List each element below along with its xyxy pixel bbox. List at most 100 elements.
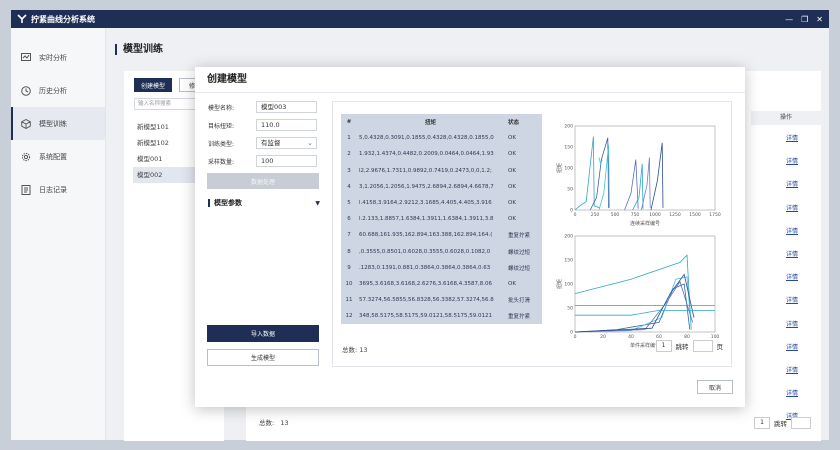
- x-tick-label: 1500: [689, 212, 701, 218]
- torque-cell: l.4158,3.9164,2.9212,3.1685,4.405,4.405,…: [359, 200, 492, 207]
- table-row[interactable]: 1 5,0.4328,0.3091,0.1855,0.4328,0.4328,0.…: [341, 130, 542, 146]
- restore-button[interactable]: ❐: [801, 15, 808, 24]
- status-cell: OK: [508, 216, 516, 223]
- import-data-button[interactable]: 导入数据: [207, 325, 319, 342]
- row-index-cell: 1: [347, 135, 351, 142]
- sidebar-item-label: 系统配置: [39, 152, 67, 161]
- app-logo-icon: [17, 14, 27, 23]
- table-row[interactable]: 11 57.3274,56.5855,56.8328,56.3382,57.327…: [341, 292, 542, 308]
- x-tick-label: 0: [574, 334, 577, 340]
- caret-down-icon: ▼: [315, 199, 320, 207]
- page-number-button[interactable]: 1: [655, 340, 672, 352]
- model-name-field[interactable]: 模型003: [256, 101, 317, 113]
- status-cell: OK: [508, 280, 516, 287]
- detail-link[interactable]: 详情: [786, 156, 798, 165]
- detail-link[interactable]: 详情: [786, 319, 798, 328]
- data-process-button[interactable]: 数据处理: [207, 173, 319, 189]
- detail-link[interactable]: 详情: [786, 133, 798, 142]
- sample-count-label: 采样数量:: [208, 158, 235, 166]
- close-button[interactable]: ✕: [816, 15, 823, 24]
- x-axis-label: 连续采样编号: [630, 220, 660, 227]
- table-row[interactable]: 7 60.688,161.935,162.894,163.388,162.894,…: [341, 227, 542, 243]
- sidebar-item-label: 实时分析: [39, 53, 67, 62]
- model-params-title: 模型参数: [214, 199, 242, 207]
- table-row[interactable]: 3 l2,2.9676,1.7311,0.9892,0.7419,0.2473,0…: [341, 163, 542, 179]
- row-index-cell: 2: [347, 151, 351, 158]
- detail-link[interactable]: 详情: [786, 295, 798, 304]
- dialog-title: 创建模型: [195, 67, 745, 93]
- detail-link[interactable]: 详情: [786, 203, 798, 212]
- sidebar-item-training[interactable]: 模型训练: [11, 107, 105, 140]
- train-type-select[interactable]: 有监督 ⌄: [256, 137, 317, 149]
- target-torque-field[interactable]: 110.0: [256, 119, 317, 131]
- total-label: 总数:: [342, 346, 358, 354]
- row-index-cell: 11: [345, 297, 353, 304]
- table-row[interactable]: 9 .1283,0.1391,0.881,0.3864,0.3864,0.3864…: [341, 260, 542, 276]
- column-header: 扭矩: [424, 120, 436, 127]
- table-row[interactable]: 5 l.4158,3.9164,2.9212,3.1685,4.405,4.405…: [341, 195, 542, 211]
- x-tick-label: 1000: [649, 212, 661, 218]
- cube-icon: [21, 118, 31, 129]
- torque-cell: ,0.3555,0.8501,0.6028,0.3555,0.6028,0.10…: [359, 248, 491, 255]
- minimize-button[interactable]: —: [785, 15, 793, 24]
- table-row[interactable]: 2 1.932,1.4374,0.4482,0.2009,0.0464,0.046…: [341, 146, 542, 162]
- total-count: 总数: 13: [259, 417, 289, 427]
- sidebar-item-config[interactable]: 系统配置: [11, 140, 105, 173]
- sample-count-row: 采样数量: 100: [208, 155, 317, 167]
- torque-cell: 3,1.2056,1.2056,1.9475,2.6894,2.6894,4.6…: [359, 183, 494, 190]
- table-row[interactable]: 4 3,1.2056,1.2056,1.9475,2.6894,2.6894,4.…: [341, 179, 542, 195]
- torque-cell: 60.688,161.935,162.894,163.388,162.894,1…: [359, 232, 493, 239]
- sidebar-item-label: 历史分析: [39, 86, 67, 95]
- single-torque-chart: 0501001502000 20 40 60 80 100单件采样编号扭矩: [556, 234, 719, 350]
- row-index-cell: 6: [347, 216, 351, 223]
- x-tick-label: 500: [611, 212, 620, 218]
- row-index-cell: 7: [347, 232, 351, 239]
- operation-column-header: 操作: [751, 111, 821, 125]
- model-name-row: 模型名称: 模型003: [208, 101, 317, 113]
- torque-cell: 348,58.5175,58.5175,59.0121,58.5175,59.0…: [359, 313, 492, 320]
- data-table: # 扭矩 状态 1 5,0.4328,0.3091,0.1855,0.4328,0…: [341, 114, 542, 324]
- title-bar: 拧紧曲线分析系统 — ❐ ✕: [11, 10, 829, 28]
- status-cell: 批头打滑: [508, 298, 531, 305]
- status-cell: OK: [508, 183, 516, 190]
- y-tick-label: 100: [564, 166, 573, 172]
- detail-link[interactable]: 详情: [786, 249, 798, 258]
- y-tick-label: 100: [564, 282, 573, 288]
- table-row[interactable]: 12 348,58.5175,58.5175,59.0121,58.5175,59…: [341, 308, 542, 324]
- sidebar-item-history[interactable]: 历史分析: [11, 74, 105, 107]
- sample-count-field[interactable]: 100: [256, 155, 317, 167]
- generate-model-button[interactable]: 生成模型: [207, 349, 319, 366]
- detail-link[interactable]: 详情: [786, 388, 798, 397]
- status-cell: 螺纹过短: [508, 249, 531, 256]
- x-tick-label: 750: [631, 212, 640, 218]
- y-axis-label: 扭矩: [556, 279, 563, 289]
- model-params-header[interactable]: 模型参数 ▼: [208, 198, 320, 208]
- jump-label: 跳转: [774, 420, 787, 428]
- detail-link[interactable]: 详情: [786, 226, 798, 235]
- sidebar-item-log[interactable]: 日志记录: [11, 173, 105, 206]
- total-value: 13: [280, 419, 289, 427]
- detail-link[interactable]: 详情: [786, 342, 798, 351]
- page-jump-input[interactable]: [791, 417, 811, 429]
- target-torque-row: 目标扭矩: 110.0: [208, 119, 317, 131]
- y-tick-label: 200: [564, 234, 573, 240]
- page-title: 模型训练: [115, 44, 163, 55]
- table-row[interactable]: 10 3695,3.6168,3.6168,2.6276,3.6168,4.358…: [341, 276, 542, 292]
- detail-link[interactable]: 详情: [786, 179, 798, 188]
- page-jump-input[interactable]: [692, 340, 713, 352]
- create-model-tab-button[interactable]: 创建模型: [134, 78, 172, 92]
- table-header-row: # 扭矩 状态: [341, 114, 542, 130]
- column-header: #: [346, 119, 352, 126]
- status-cell: OK: [508, 167, 516, 174]
- detail-link[interactable]: 详情: [786, 272, 798, 281]
- table-row[interactable]: 6 l.2.133,1.8857,1.6384,1.3911,1.6384,1.3…: [341, 211, 542, 227]
- sidebar-item-realtime[interactable]: 实时分析: [11, 41, 105, 74]
- section-marker: [208, 199, 210, 207]
- page-number-button[interactable]: 1: [754, 417, 770, 429]
- torque-cell: 3695,3.6168,3.6168,2.6276,3.6168,4.3587,…: [359, 280, 492, 287]
- cancel-button[interactable]: 取消: [697, 380, 733, 394]
- table-row[interactable]: 8 ,0.3555,0.8501,0.6028,0.3555,0.6028,0.1…: [341, 244, 542, 260]
- torque-cell: 5,0.4328,0.3091,0.1855,0.4328,0.4328,0.1…: [359, 135, 494, 142]
- pagination: 1 跳转: [754, 417, 811, 429]
- detail-link[interactable]: 详情: [786, 365, 798, 374]
